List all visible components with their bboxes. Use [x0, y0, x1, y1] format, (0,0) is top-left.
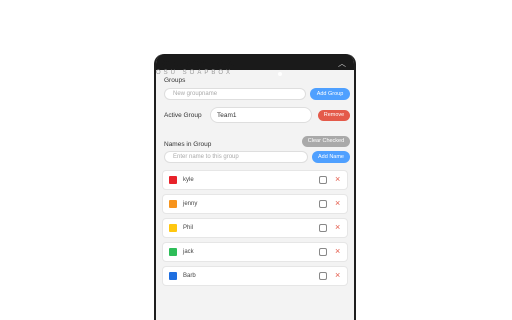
delete-icon[interactable]: ×: [335, 246, 340, 256]
active-group-select[interactable]: Team1: [210, 107, 312, 123]
member-color-swatch: [169, 176, 177, 184]
member-color-swatch: [169, 200, 177, 208]
delete-icon[interactable]: ×: [335, 174, 340, 184]
member-name: jenny: [183, 201, 198, 207]
member-color-swatch: [169, 224, 177, 232]
app-title: OSU SOAPBOX: [162, 59, 235, 69]
groups-label: Groups: [164, 77, 186, 84]
delete-icon[interactable]: ×: [335, 222, 340, 232]
member-name: Barb: [183, 273, 196, 279]
new-group-input[interactable]: New groupname: [164, 88, 306, 100]
member-row: jack ×: [162, 242, 348, 262]
delete-icon[interactable]: ×: [335, 270, 340, 280]
delete-icon[interactable]: ×: [335, 198, 340, 208]
member-row: Barb ×: [162, 266, 348, 286]
member-row: kyle ×: [162, 170, 348, 190]
member-checkbox[interactable]: [319, 272, 327, 280]
active-group-label: Active Group: [164, 112, 202, 119]
indicator-dot: [278, 72, 282, 76]
chevron-up-icon[interactable]: ︿: [338, 58, 346, 69]
member-checkbox[interactable]: [319, 224, 327, 232]
member-checkbox[interactable]: [319, 248, 327, 256]
remove-group-button[interactable]: Remove: [318, 110, 350, 121]
header-ghost-text: OSU SOAPBOX: [156, 70, 234, 76]
member-name: Phil: [183, 225, 194, 231]
member-color-swatch: [169, 248, 177, 256]
add-name-button[interactable]: Add Name: [312, 151, 350, 163]
member-checkbox[interactable]: [319, 176, 327, 184]
member-row: Phil ×: [162, 218, 348, 238]
member-name: jack: [183, 249, 194, 255]
clear-checked-button[interactable]: Clear Checked: [302, 136, 350, 147]
names-in-group-label: Names in Group: [164, 141, 212, 148]
member-checkbox[interactable]: [319, 200, 327, 208]
new-name-input[interactable]: Enter name to this group: [164, 151, 308, 163]
member-name: kyle: [183, 177, 194, 183]
member-row: jenny ×: [162, 194, 348, 214]
member-color-swatch: [169, 272, 177, 280]
add-group-button[interactable]: Add Group: [310, 88, 350, 100]
soapbox-panel: OSU SOAPBOX ︿ OSU SOAPBOX Groups New gro…: [154, 54, 356, 320]
